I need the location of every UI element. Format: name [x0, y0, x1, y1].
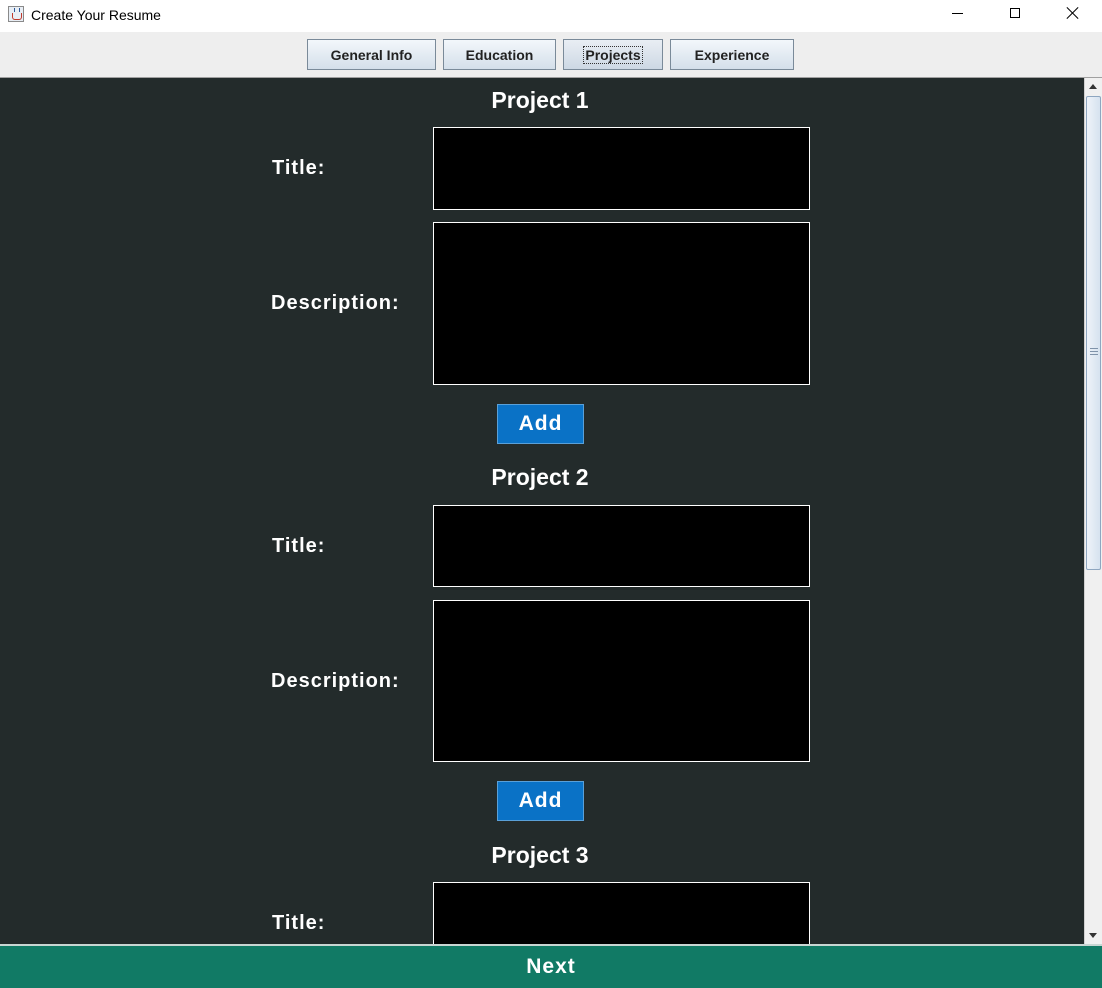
scroll-thumb[interactable] [1086, 96, 1101, 570]
maximize-button[interactable] [986, 0, 1044, 32]
minimize-button[interactable] [928, 0, 986, 32]
project-1-description-field[interactable] [433, 222, 810, 385]
next-button-label: Next [526, 955, 576, 978]
java-app-icon [8, 6, 24, 22]
projects-form: Project 1 Title: Description: Add Projec… [0, 78, 1084, 944]
project-2-description-label: Description: [271, 670, 400, 692]
project-3-title-field[interactable] [433, 882, 810, 944]
window-title: Create Your Resume [31, 7, 161, 23]
project-2-description-field[interactable] [433, 600, 810, 762]
project-2-heading: Project 2 [491, 464, 589, 490]
project-1-description-label: Description: [271, 292, 400, 314]
tab-experience[interactable]: Experience [670, 39, 794, 70]
tab-label: Education [465, 46, 534, 63]
project-2-title-label: Title: [272, 535, 326, 557]
project-1-add-button[interactable]: Add [497, 404, 584, 444]
close-icon [1066, 6, 1080, 20]
maximize-icon [1010, 8, 1020, 18]
project-2-add-button[interactable]: Add [497, 781, 584, 821]
project-2-title-field[interactable] [433, 505, 810, 587]
tab-label: Experience [694, 46, 770, 63]
project-3-title-label: Title: [272, 912, 326, 934]
scroll-up-arrow-icon[interactable] [1085, 78, 1102, 95]
vertical-scrollbar[interactable] [1084, 78, 1102, 944]
tab-projects[interactable]: Projects [563, 39, 663, 70]
tab-strip: General Info Education Projects Experien… [0, 32, 1102, 78]
tab-label: General Info [330, 46, 413, 63]
close-button[interactable] [1044, 0, 1102, 32]
project-1-title-label: Title: [272, 157, 326, 179]
project-3-heading: Project 3 [491, 842, 589, 868]
minimize-icon [952, 13, 963, 14]
title-bar: Create Your Resume [0, 0, 1102, 32]
project-1-heading: Project 1 [491, 87, 589, 113]
tab-education[interactable]: Education [443, 39, 556, 70]
next-button[interactable]: Next [0, 944, 1102, 988]
tab-label: Projects [583, 45, 643, 64]
tab-general-info[interactable]: General Info [307, 39, 436, 70]
project-1-title-field[interactable] [433, 127, 810, 210]
scroll-down-arrow-icon[interactable] [1085, 927, 1102, 944]
